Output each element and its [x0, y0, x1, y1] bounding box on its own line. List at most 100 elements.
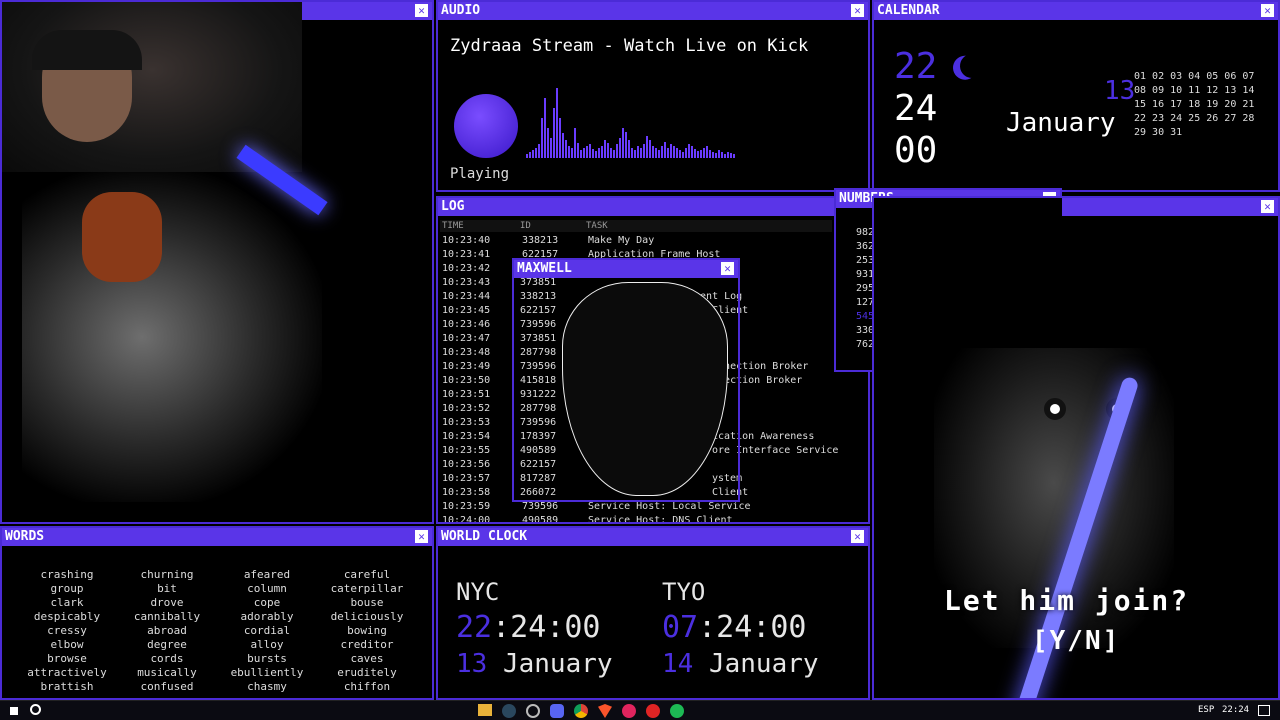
log-cell: 10:23:43 — [442, 277, 491, 288]
visualizer-bar — [661, 146, 663, 158]
calendar-minute: 24 — [894, 88, 938, 129]
word-item: musically — [137, 666, 197, 679]
word-item: degree — [147, 638, 187, 651]
visualizer-bar — [643, 144, 645, 158]
maxwell-cat-image — [562, 282, 728, 496]
maxwell-id: 817287 — [520, 473, 557, 484]
log-row: 10:23:59 739596 Service Host: Local Servic… — [442, 500, 751, 514]
close-icon[interactable]: ✕ — [415, 530, 428, 543]
close-icon[interactable]: ✕ — [721, 262, 734, 275]
visualizer-bar — [622, 128, 624, 158]
log-cell: 739596 — [522, 501, 559, 512]
close-icon[interactable]: ✕ — [1261, 4, 1274, 17]
visualizer-bar — [640, 148, 642, 158]
media-player-icon[interactable] — [622, 704, 636, 718]
maxwell-id: 338213 — [520, 291, 557, 302]
close-icon[interactable]: ✕ — [1261, 200, 1274, 213]
maxwell-id: 739596 — [520, 361, 557, 372]
calendar-title: CALENDAR — [877, 3, 940, 18]
folder-icon[interactable] — [478, 704, 492, 716]
taskbar-clock[interactable]: 22:24 — [1222, 705, 1249, 715]
visualizer-bar — [604, 140, 606, 158]
settings-icon[interactable] — [526, 704, 540, 718]
play-status: Playing — [450, 166, 510, 182]
visualizer-bar — [553, 108, 555, 158]
cat-video-window: ✕ Let him join? [Y/N] — [872, 196, 1280, 700]
visualizer-bar — [694, 149, 696, 158]
word-item: creditor — [340, 638, 394, 651]
visualizer-bar — [571, 148, 573, 158]
log-cell: 10:23:59 — [442, 501, 491, 512]
log-cell: 10:23:41 — [442, 249, 491, 260]
clock-rest: :24:00 — [698, 610, 807, 645]
visualizer-bar — [565, 140, 567, 158]
log-col-id: ID — [520, 221, 531, 231]
visualizer-bar — [703, 148, 705, 158]
word-item: adorably — [240, 610, 294, 623]
steam-icon[interactable] — [502, 704, 516, 718]
visualizer-bar — [673, 146, 675, 158]
log-cell: 10:23:53 — [442, 417, 491, 428]
word-item: bowing — [347, 624, 387, 637]
log-cell: 10:23:40 — [442, 235, 491, 246]
visualizer-bar — [652, 146, 654, 158]
visualizer-bar — [721, 152, 723, 158]
close-icon[interactable]: ✕ — [851, 530, 864, 543]
log-cell: 10:23:55 — [442, 445, 491, 456]
word-item: browse — [47, 652, 87, 665]
maxwell-id: 287798 — [520, 403, 557, 414]
visualizer-bar — [610, 148, 612, 158]
visualizer-bar — [556, 88, 558, 158]
maxwell-id: 373851 — [520, 277, 557, 288]
play-orb[interactable] — [454, 94, 518, 158]
chrome-icon[interactable] — [574, 704, 588, 718]
notification-icon[interactable] — [1258, 705, 1270, 716]
log-titlebar: LOG — [438, 198, 868, 216]
video-titlebar: ✕ — [302, 2, 432, 20]
visualizer-bar — [607, 143, 609, 158]
log-title: LOG — [441, 199, 465, 214]
search-icon[interactable] — [30, 704, 41, 715]
moon-icon — [957, 51, 988, 82]
record-icon[interactable] — [646, 704, 660, 718]
visualizer-bar — [586, 146, 588, 158]
close-icon[interactable]: ✕ — [415, 4, 428, 17]
cat-knight-image — [22, 172, 322, 502]
track-title: Zydraaa Stream - Watch Live on Kick — [450, 36, 809, 56]
words-window: WORDS ✕ crashing churning afeared careful gro… — [0, 526, 434, 700]
word-item: caves — [350, 652, 384, 665]
log-cell: Service Host: DNS Client — [588, 515, 733, 524]
cat-face — [82, 192, 162, 282]
visualizer-bar — [616, 144, 618, 158]
visualizer-bar — [712, 152, 714, 158]
worldclock-titlebar: WORLD CLOCK ✕ — [438, 528, 868, 546]
maxwell-id: 415818 — [520, 375, 557, 386]
word-item: cope — [253, 596, 281, 609]
log-cell: 338213 — [522, 235, 559, 246]
visualizer-bar — [691, 146, 693, 158]
visualizer-bar — [601, 146, 603, 158]
video-window: ✕ — [0, 0, 434, 524]
word-item: brattish — [40, 680, 94, 693]
clock-rest: :24:00 — [492, 610, 601, 645]
windows-start-icon[interactable] — [8, 705, 20, 717]
log-cell: 10:23:54 — [442, 431, 491, 442]
word-item: caterpillar — [330, 582, 404, 595]
words-grid: crashing churning afeared careful group bit co… — [2, 568, 432, 694]
visualizer-bar — [577, 143, 579, 158]
visualizer-bar — [676, 148, 678, 158]
visualizer-bar — [562, 133, 564, 158]
spotify-icon[interactable] — [670, 704, 684, 718]
log-header-row: TIME ID TASK — [440, 220, 832, 232]
visualizer-bar — [526, 154, 528, 158]
calendar-grid: 01 02 03 04 05 06 07 08 09 10 11 12 13 14… — [1134, 70, 1254, 140]
language-indicator[interactable]: ESP — [1198, 705, 1214, 715]
word-item: crashing — [40, 568, 94, 581]
visualizer-bar — [733, 154, 735, 158]
visualizer-bar — [541, 118, 543, 158]
brave-icon[interactable] — [598, 704, 612, 718]
discord-icon[interactable] — [550, 704, 564, 718]
visualizer-bar — [529, 152, 531, 158]
close-icon[interactable]: ✕ — [851, 4, 864, 17]
visualizer-bar — [709, 150, 711, 158]
